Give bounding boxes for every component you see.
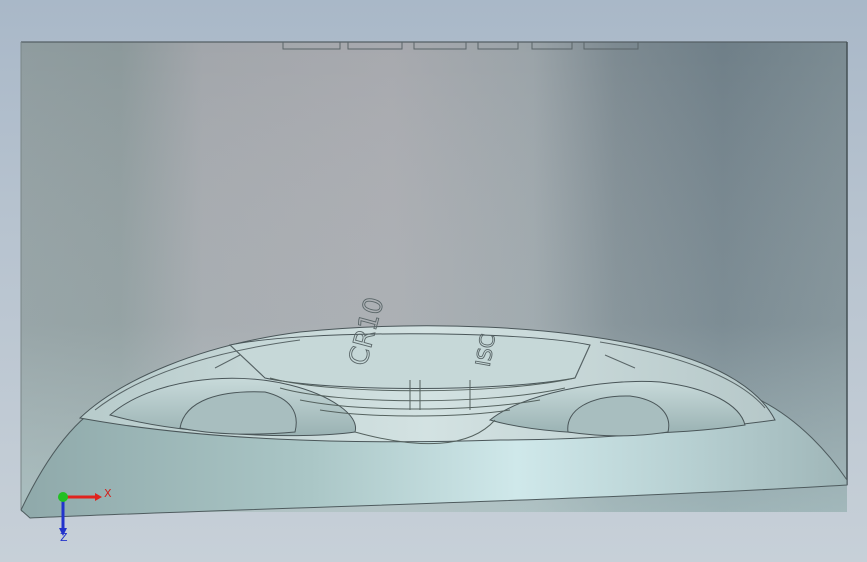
graphics-viewport[interactable]: CR10 ISC X Z — [0, 0, 867, 562]
part-model[interactable]: CR10 ISC — [0, 0, 867, 562]
